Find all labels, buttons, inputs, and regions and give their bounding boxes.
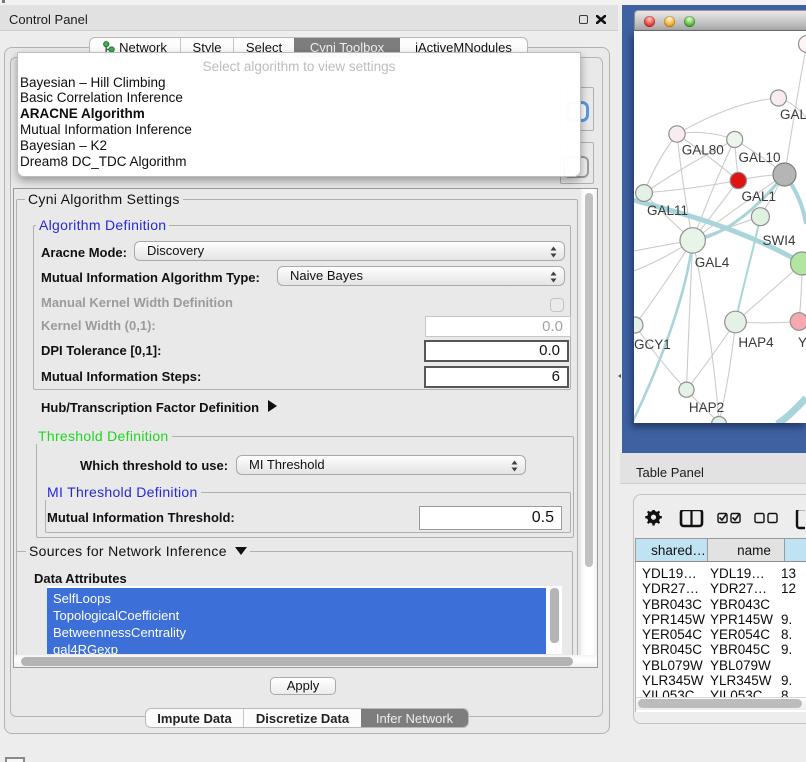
svg-text:SWI4: SWI4: [762, 233, 795, 248]
svg-text:GCY1: GCY1: [634, 337, 671, 352]
svg-text:GAL1: GAL1: [742, 189, 777, 204]
svg-text:GAL11: GAL11: [647, 203, 688, 218]
svg-text:GAL80: GAL80: [682, 143, 724, 158]
svg-text:GAL4: GAL4: [695, 255, 730, 270]
svg-text:HAP2: HAP2: [689, 400, 724, 415]
svg-text:YEL0: YEL0: [798, 335, 806, 350]
svg-text:HAP4: HAP4: [738, 335, 774, 350]
svg-text:GAL2: GAL2: [780, 107, 806, 122]
svg-text:GAL10: GAL10: [738, 150, 780, 165]
